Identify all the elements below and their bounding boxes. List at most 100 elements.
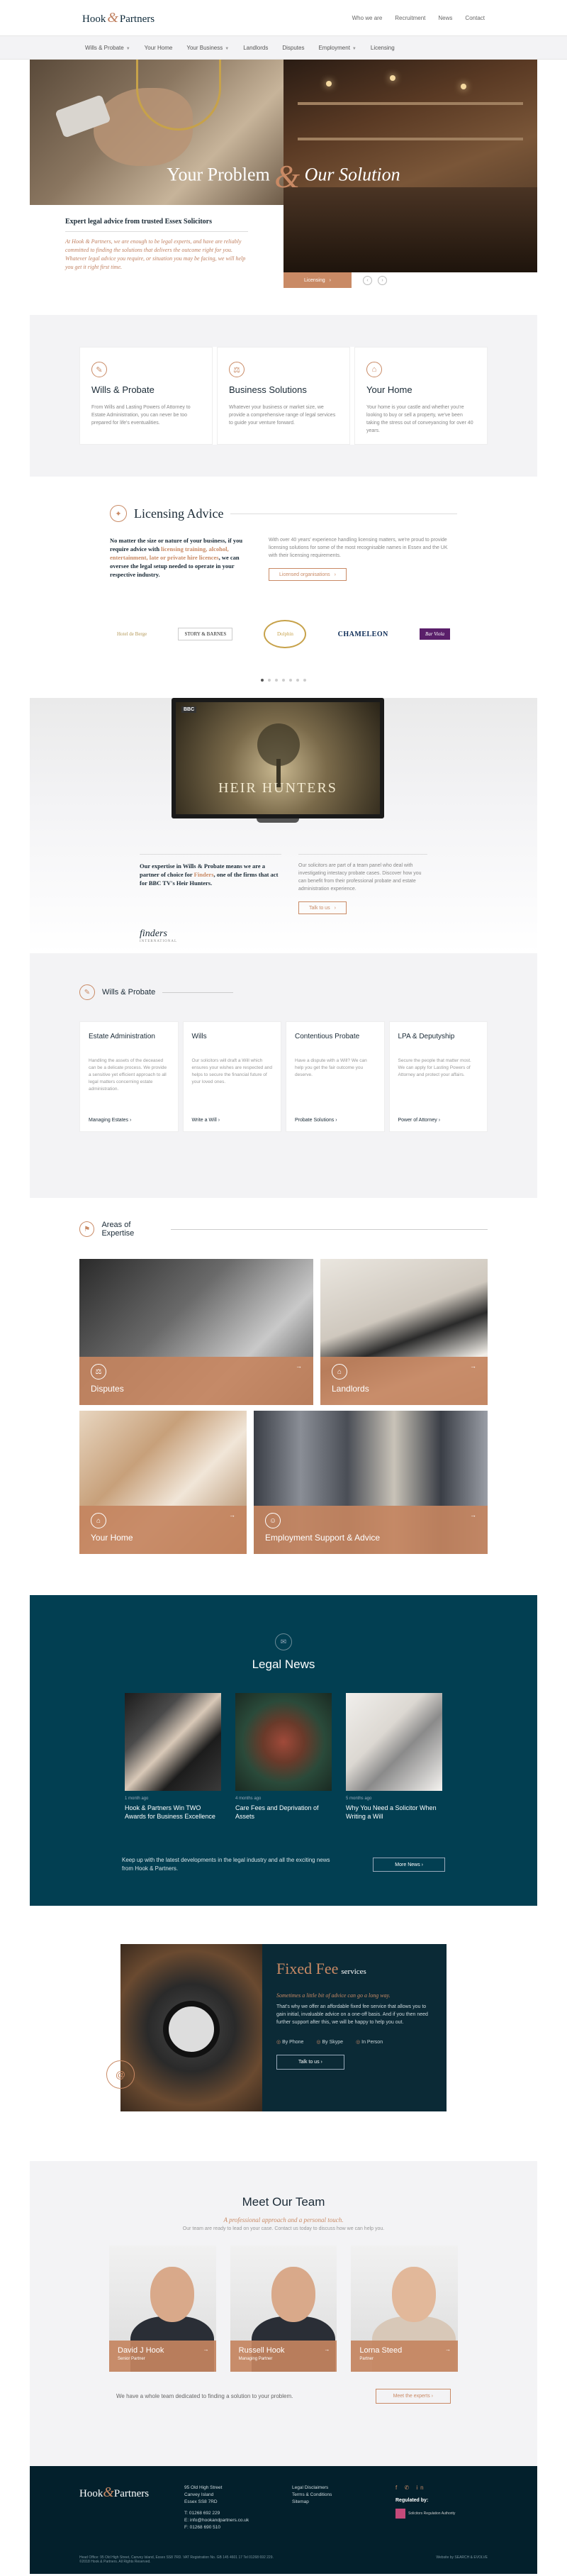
envelope-icon: ✉ bbox=[275, 1633, 292, 1650]
button-label: Meet the experts bbox=[393, 2394, 430, 2399]
licensing-title: Licensing Advice bbox=[134, 506, 224, 521]
chevron-right-icon: › bbox=[329, 277, 331, 283]
card-link-label: Power of Attorney bbox=[398, 1118, 437, 1123]
client-logo[interactable]: STORY & BARNES bbox=[178, 628, 233, 640]
article-title[interactable]: Why You Need a Solicitor When Writing a … bbox=[346, 1804, 442, 1821]
licensing-heading: ✦ Licensing Advice bbox=[110, 505, 457, 522]
carousel-dot[interactable] bbox=[289, 679, 292, 682]
chevron-right-icon: › bbox=[130, 1118, 132, 1123]
area-tile-landlords[interactable]: ⌂ Landlords → bbox=[320, 1259, 488, 1405]
nav-label: Landlords bbox=[243, 44, 269, 51]
bar-light bbox=[390, 75, 395, 81]
toplink-contact[interactable]: Contact bbox=[465, 15, 485, 21]
client-logo[interactable]: CHAMELEON bbox=[338, 631, 388, 638]
team-member[interactable]: David J Hook Senior Partner → bbox=[109, 2245, 216, 2372]
fixed-talk-button[interactable]: Talk to us › bbox=[276, 2055, 344, 2070]
wills-card-wills[interactable]: Wills Our solicitors will draft a Will w… bbox=[182, 1021, 281, 1132]
team-member[interactable]: Lorna Steed Partner → bbox=[351, 2245, 459, 2372]
carousel-dot[interactable] bbox=[296, 679, 299, 682]
footer-link-sitemap[interactable]: Sitemap bbox=[292, 2499, 332, 2506]
nav-item-wills-probate[interactable]: Wills & Probate ▼ bbox=[85, 45, 130, 51]
carousel-dot[interactable] bbox=[275, 679, 278, 682]
meet-experts-button[interactable]: Meet the experts › bbox=[375, 2389, 451, 2404]
service-card-business[interactable]: ⚖ Business Solutions Whatever your busin… bbox=[217, 347, 350, 445]
hero-next-button[interactable]: › bbox=[378, 276, 387, 285]
footer-link-terms[interactable]: Terms & Conditions bbox=[292, 2492, 332, 2499]
wills-card-lpa[interactable]: LPA & Deputyship Secure the people that … bbox=[388, 1021, 488, 1132]
phone-number[interactable]: T: 01268 692 229 bbox=[184, 2510, 249, 2517]
news-articles: 1 month ago Hook & Partners Win TWO Awar… bbox=[122, 1693, 445, 1821]
news-article[interactable]: 4 months ago Care Fees and Deprivation o… bbox=[235, 1693, 332, 1821]
team-tagline: A professional approach and a personal t… bbox=[223, 2216, 344, 2224]
nav-item-your-business[interactable]: Your Business ▼ bbox=[186, 45, 229, 51]
card-text: Handling the assets of the deceased can … bbox=[89, 1058, 167, 1092]
nav-item-your-home[interactable]: Your Home bbox=[145, 45, 173, 51]
member-band: Russell Hook Managing Partner → bbox=[230, 2341, 337, 2372]
news-article[interactable]: 5 months ago Why You Need a Solicitor Wh… bbox=[346, 1693, 442, 1821]
finders-link[interactable]: Finders bbox=[194, 871, 214, 878]
email-link[interactable]: E: info@hookandpartners.co.uk bbox=[184, 2517, 249, 2524]
carousel-dot[interactable] bbox=[282, 679, 285, 682]
more-news-button[interactable]: More News › bbox=[373, 1858, 445, 1872]
carousel-dot[interactable] bbox=[303, 679, 306, 682]
hunters-desc-wrap: Our solicitors are part of a team panel … bbox=[298, 854, 427, 914]
member-name: David J Hook bbox=[118, 2346, 164, 2355]
logo[interactable]: Hook & Partners bbox=[82, 10, 155, 26]
area-tile-disputes[interactable]: ⚖ Disputes → bbox=[79, 1259, 313, 1405]
service-title: Your Home bbox=[366, 384, 412, 395]
licence-icon: ✦ bbox=[110, 505, 127, 522]
phone-dial-shape bbox=[163, 2001, 220, 2058]
area-tile-employment[interactable]: ☺ Employment Support & Advice → bbox=[254, 1411, 488, 1554]
carousel-dot[interactable] bbox=[261, 679, 264, 682]
client-logo[interactable]: Dolphin bbox=[264, 620, 307, 648]
client-logo[interactable]: Hotel de Berge bbox=[117, 631, 147, 637]
footer: Hook&Partners 95 Old High Street Canvey … bbox=[30, 2466, 537, 2574]
team-member[interactable]: Russell Hook Managing Partner → bbox=[230, 2245, 337, 2372]
card-link[interactable]: Write a Will › bbox=[192, 1118, 220, 1123]
toplink-recruitment[interactable]: Recruitment bbox=[395, 15, 425, 21]
hero-prev-button[interactable]: ‹ bbox=[363, 276, 372, 285]
service-card-wills[interactable]: ✎ Wills & Probate From Wills and Lasting… bbox=[79, 347, 213, 445]
card-link[interactable]: Probate Solutions › bbox=[295, 1118, 337, 1123]
wills-card-estate[interactable]: Estate Administration Handling the asset… bbox=[79, 1021, 179, 1132]
card-link[interactable]: Power of Attorney › bbox=[398, 1118, 441, 1123]
quill-icon: ✎ bbox=[79, 984, 95, 1000]
nav-item-licensing[interactable]: Licensing bbox=[371, 45, 395, 51]
main-nav: Wills & Probate ▼ Your Home Your Business… bbox=[0, 35, 567, 60]
article-title[interactable]: Care Fees and Deprivation of Assets bbox=[235, 1804, 332, 1821]
hero-licensing-button[interactable]: Licensing › bbox=[284, 272, 352, 288]
tile-band: ⌂ Landlords → bbox=[320, 1357, 488, 1405]
news-foot-text: Keep up with the latest developments in … bbox=[122, 1857, 330, 1872]
sra-badge[interactable]: Solicitors Regulation Authority bbox=[395, 2509, 455, 2519]
service-card-home[interactable]: ⌂ Your Home Your home is your castle and… bbox=[354, 347, 488, 445]
footer-credit[interactable]: Website by SEARCH & EVOLVE bbox=[436, 2555, 488, 2564]
scales-icon: ⚖ bbox=[91, 1364, 106, 1379]
carousel-dot[interactable] bbox=[268, 679, 271, 682]
article-date: 5 months ago bbox=[346, 1797, 372, 1801]
social-icons[interactable]: f ✆ in bbox=[395, 2485, 455, 2492]
footer-links: Legal Disclaimers Terms & Conditions Sit… bbox=[292, 2485, 332, 2506]
nav-item-landlords[interactable]: Landlords bbox=[243, 45, 268, 51]
hero-card-text: At Hook & Partners, we are enough to be … bbox=[65, 238, 246, 270]
nav-item-employment[interactable]: Employment ▼ bbox=[318, 45, 356, 51]
nav-label: Licensing bbox=[370, 44, 395, 51]
bar-counter bbox=[284, 187, 537, 272]
member-role: Senior Partner bbox=[118, 2357, 145, 2361]
option-in-person: In Person bbox=[356, 2039, 383, 2045]
card-link[interactable]: Managing Estates › bbox=[89, 1118, 131, 1123]
area-tile-your-home[interactable]: ⌂ Your Home → bbox=[79, 1411, 247, 1554]
talk-to-us-button[interactable]: Talk to us › bbox=[298, 901, 347, 914]
footer-link-disclaimers[interactable]: Legal Disclaimers bbox=[292, 2485, 332, 2492]
toplink-news[interactable]: News bbox=[438, 15, 452, 21]
article-title[interactable]: Hook & Partners Win TWO Awards for Busin… bbox=[125, 1804, 221, 1821]
news-article[interactable]: 1 month ago Hook & Partners Win TWO Awar… bbox=[125, 1693, 221, 1821]
licensing-section: ✦ Licensing Advice No matter the size or… bbox=[0, 477, 567, 698]
licensed-organisations-button[interactable]: Licensed organisations › bbox=[269, 568, 347, 581]
fixed-fee-text: That's why we offer an affordable fixed … bbox=[276, 2004, 428, 2025]
article-date: 4 months ago bbox=[235, 1797, 262, 1801]
nav-item-disputes[interactable]: Disputes bbox=[282, 45, 304, 51]
licensing-desc: With over 40 years' experience handling … bbox=[269, 538, 448, 558]
client-logo[interactable]: Bar Viola bbox=[420, 628, 450, 640]
toplink-who-we-are[interactable]: Who we are bbox=[352, 15, 383, 21]
wills-card-probate[interactable]: Contentious Probate Have a dispute with … bbox=[286, 1021, 385, 1132]
